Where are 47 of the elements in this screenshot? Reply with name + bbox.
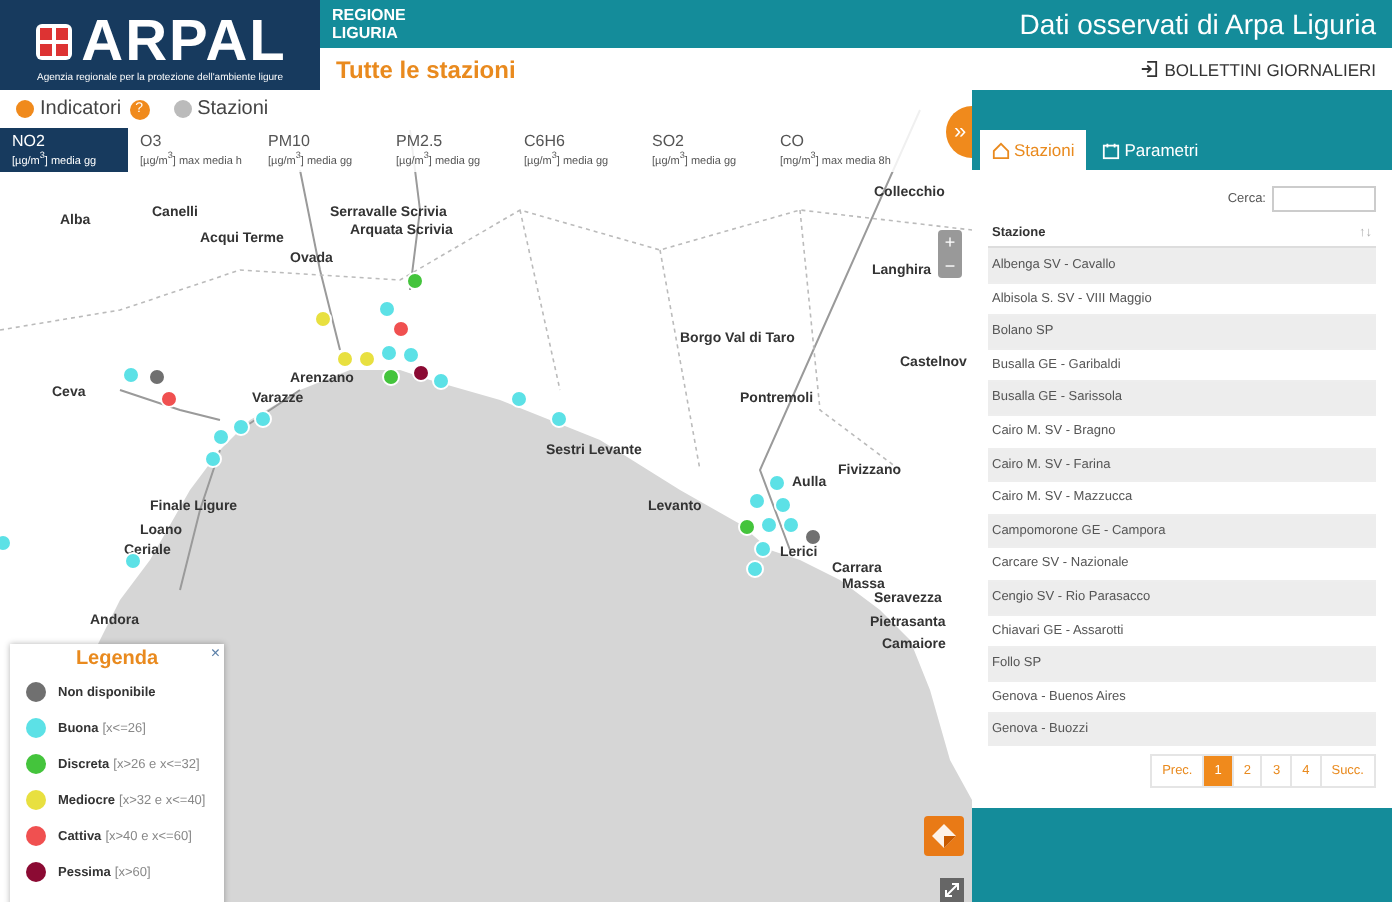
station-marker[interactable] [392, 320, 410, 338]
station-marker[interactable] [314, 310, 332, 328]
page-title: Dati osservati di Arpa Liguria [1019, 8, 1376, 40]
station-marker[interactable] [748, 492, 766, 510]
station-marker[interactable] [804, 528, 822, 546]
station-marker[interactable] [148, 368, 166, 386]
station-marker[interactable] [550, 410, 568, 428]
layers-icon [930, 822, 958, 850]
legend-title: Legenda [75, 648, 159, 670]
station-marker[interactable] [406, 272, 424, 290]
home-icon [992, 141, 1010, 159]
close-button[interactable]: × [210, 644, 220, 662]
station-marker[interactable] [212, 428, 230, 446]
station-marker[interactable] [160, 390, 178, 408]
layers-button[interactable] [924, 816, 964, 856]
station-marker[interactable] [378, 300, 396, 318]
region-label: REGIONE LIGURIA [332, 6, 406, 42]
expand-icon [944, 882, 960, 898]
station-marker[interactable] [232, 418, 250, 436]
station-marker[interactable] [358, 350, 376, 368]
view-radio[interactable]: Stazioni [173, 98, 269, 120]
section-title: Tutte le stazioni [336, 55, 516, 83]
station-marker[interactable] [760, 516, 778, 534]
panel-tab[interactable]: Parametri [1090, 130, 1211, 170]
station-marker[interactable] [402, 346, 420, 364]
station-marker[interactable] [412, 364, 430, 382]
search-field[interactable] [1272, 186, 1376, 212]
station-marker[interactable] [782, 516, 800, 534]
station-marker[interactable] [380, 344, 398, 362]
station-marker[interactable] [738, 518, 756, 536]
station-marker[interactable] [774, 496, 792, 514]
login-icon [1140, 60, 1159, 78]
bulletin-link[interactable]: BOLLETTINI GIORNALIERI [1140, 59, 1376, 79]
station-marker[interactable] [510, 390, 528, 408]
station-marker[interactable] [254, 410, 272, 428]
calendar-icon [1102, 141, 1121, 159]
station-marker[interactable] [336, 350, 354, 368]
station-marker[interactable] [382, 368, 400, 386]
logo-text: ARPAL [81, 11, 287, 71]
station-marker[interactable] [432, 372, 450, 390]
view-radio[interactable]: Indicatori [16, 98, 122, 120]
station-marker[interactable] [122, 366, 140, 384]
station-marker[interactable] [768, 474, 786, 492]
station-marker[interactable] [124, 552, 142, 570]
expand-button[interactable] [940, 878, 964, 902]
shield-icon [33, 21, 74, 61]
station-marker[interactable] [204, 450, 222, 468]
